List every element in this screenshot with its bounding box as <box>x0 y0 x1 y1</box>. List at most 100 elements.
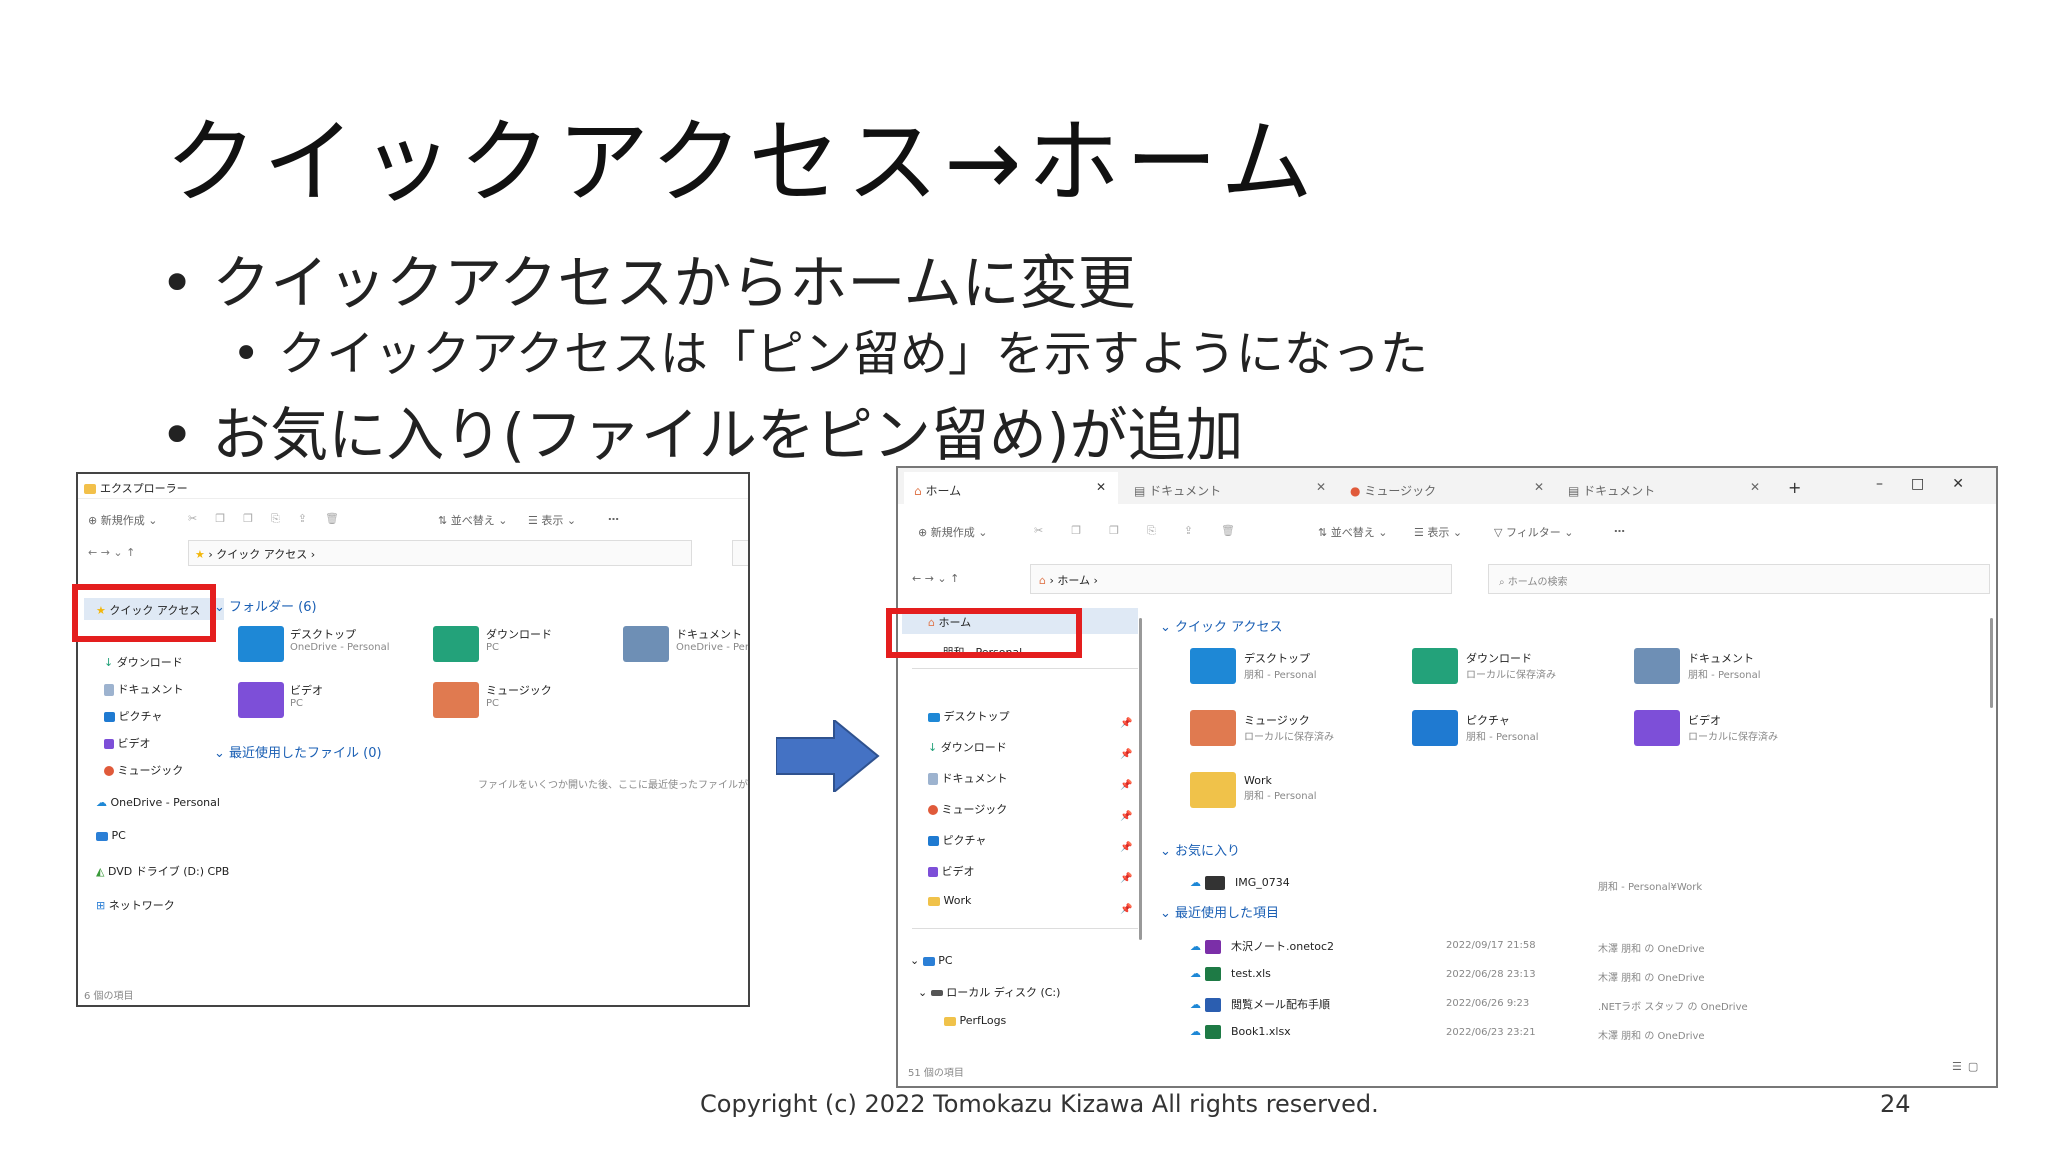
old-address-bar[interactable]: ★ › クイック アクセス › <box>188 540 692 566</box>
new-new-button[interactable]: ⊕ 新規作成 ⌄ <box>918 524 987 540</box>
old-edit-icons[interactable]: ✂❐❐⎘⇪🗑 <box>188 512 357 526</box>
old-nav-documents[interactable]: ドキュメント <box>104 681 184 697</box>
old-search-box[interactable] <box>732 540 748 566</box>
new-search-box[interactable]: ⌕ ホームの検索 <box>1488 564 1990 594</box>
documents-folder-icon[interactable] <box>1634 648 1680 684</box>
old-folder-desktop[interactable]: デスクトップ OneDrive - Personal <box>290 626 390 653</box>
old-more-button[interactable]: … <box>608 510 619 523</box>
quick-music[interactable]: ミュージック ローカルに保存済み <box>1244 712 1334 743</box>
download-folder-icon[interactable] <box>1412 648 1458 684</box>
slide-title: クイックアクセス→ホーム <box>165 109 1319 216</box>
new-address-bar[interactable]: ⌂ › ホーム › <box>1030 564 1452 594</box>
old-nav-onedrive[interactable]: ☁ OneDrive - Personal <box>96 796 220 809</box>
old-nav-videos[interactable]: ビデオ <box>104 735 151 751</box>
music-folder-icon[interactable] <box>1190 710 1236 746</box>
new-view-button[interactable]: ☰ 表示 ⌄ <box>1414 524 1462 540</box>
new-nav-downloads[interactable]: ↓ ダウンロード <box>928 739 1007 755</box>
bullet-marker: • <box>160 249 195 317</box>
old-nav-pc[interactable]: PC <box>96 829 126 842</box>
view-toggle-icons[interactable]: ☰▢ <box>1952 1060 1984 1073</box>
new-nav-perflogs[interactable]: PerfLogs <box>944 1014 1006 1027</box>
recent-row-1[interactable]: ☁ 木沢ノート.onetoc2 <box>1190 938 1334 954</box>
recent-header[interactable]: ⌄ 最近使用した項目 <box>1160 902 1279 921</box>
recent-row-2[interactable]: ☁ test.xls <box>1190 967 1271 981</box>
old-nav-music[interactable]: ミュージック <box>104 762 183 778</box>
recent-row-3[interactable]: ☁ 閲覧メール配布手順 <box>1190 996 1330 1012</box>
tab-close-icon[interactable]: ✕ <box>1316 480 1326 494</box>
desktop-icon <box>928 712 940 722</box>
old-nav-pictures[interactable]: ピクチャ <box>104 708 162 724</box>
tab-close-icon[interactable]: ✕ <box>1750 480 1760 494</box>
favorites-header[interactable]: ⌄ お気に入り <box>1160 840 1240 859</box>
old-nav-network[interactable]: ⊞ ネットワーク <box>96 897 175 913</box>
new-edit-icons[interactable]: ✂❐❐⎘⇪🗑 <box>1034 524 1263 538</box>
old-recent-header[interactable]: ⌄ 最近使用したファイル (0) <box>214 742 382 761</box>
picture-icon <box>928 836 939 846</box>
pictures-folder-icon[interactable] <box>1412 710 1458 746</box>
nav-scrollbar[interactable] <box>1139 618 1142 940</box>
old-view-button[interactable]: ☰ 表示 ⌄ <box>528 512 576 528</box>
documents-folder-icon[interactable] <box>623 626 669 662</box>
new-filter-button[interactable]: ▽ フィルター ⌄ <box>1494 524 1573 540</box>
new-nav-desktop[interactable]: デスクトップ <box>928 708 1010 724</box>
quick-downloads[interactable]: ダウンロード ローカルに保存済み <box>1466 650 1556 681</box>
old-nav-dvd[interactable]: ◭ DVD ドライブ (D:) CPB <box>96 863 229 879</box>
new-highlight-box <box>886 608 1082 658</box>
new-nav-pc[interactable]: ⌄ PC <box>910 954 953 967</box>
old-folder-downloads[interactable]: ダウンロード PC <box>486 626 552 653</box>
new-nav-local-disk[interactable]: ⌄ ローカル ディスク (C:) <box>918 984 1060 1000</box>
old-folder-documents[interactable]: ドキュメントOneDrive - Person <box>676 626 748 653</box>
video-folder-icon[interactable] <box>1634 710 1680 746</box>
quick-pictures[interactable]: ピクチャ 朋和 - Personal <box>1466 712 1538 743</box>
new-more-button[interactable]: … <box>1614 522 1625 535</box>
download-folder-icon[interactable] <box>433 626 479 662</box>
new-sort-button[interactable]: ⇅ 並べ替え ⌄ <box>1318 524 1387 540</box>
old-sort-button[interactable]: ⇅ 並べ替え ⌄ <box>438 512 507 528</box>
tab-documents[interactable]: ▤ ドキュメント <box>1134 482 1221 499</box>
old-folders-header[interactable]: ⌄ フォルダー (6) <box>214 596 317 615</box>
content-scrollbar[interactable] <box>1990 618 1993 708</box>
old-new-button[interactable]: ⊕ 新規作成 ⌄ <box>88 512 157 528</box>
desktop-folder-icon[interactable] <box>238 626 284 662</box>
new-nav-work[interactable]: Work <box>928 894 971 907</box>
new-nav-music[interactable]: ミュージック <box>928 801 1007 817</box>
tab-close-icon[interactable]: ✕ <box>1534 480 1544 494</box>
old-nav-arrows[interactable]: ← → ⌄ ↑ <box>88 546 135 559</box>
video-folder-icon[interactable] <box>238 682 284 718</box>
tab-documents-2[interactable]: ▤ ドキュメント <box>1568 482 1655 499</box>
old-folder-music[interactable]: ミュージック PC <box>486 682 552 709</box>
quick-work[interactable]: Work 朋和 - Personal <box>1244 774 1316 802</box>
old-highlight-box <box>72 584 216 642</box>
bullet-3: • お気に入り(ファイルをピン留め)が追加 <box>160 400 1243 470</box>
quick-documents[interactable]: ドキュメント 朋和 - Personal <box>1688 650 1760 681</box>
desktop-folder-icon[interactable] <box>1190 648 1236 684</box>
tab-close-icon[interactable]: ✕ <box>1096 480 1106 494</box>
old-status-bar: 6 個の項目 <box>84 991 134 1002</box>
quick-desktop[interactable]: デスクトップ 朋和 - Personal <box>1244 650 1316 681</box>
new-nav-documents[interactable]: ドキュメント <box>928 770 1008 786</box>
old-folder-videos[interactable]: ビデオ PC <box>290 682 323 709</box>
document-icon <box>928 773 938 785</box>
quick-videos[interactable]: ビデオ ローカルに保存済み <box>1688 712 1778 743</box>
image-file-icon <box>1204 876 1225 890</box>
new-nav-arrows[interactable]: ← → ⌄ ↑ <box>912 572 959 585</box>
window-controls[interactable]: –□✕ <box>1876 476 1992 492</box>
music-icon <box>928 805 938 815</box>
old-window-title: エクスプローラー <box>84 480 188 496</box>
right-arrow-icon <box>776 720 880 792</box>
new-nav-pictures[interactable]: ピクチャ <box>928 832 986 848</box>
recent-row-4[interactable]: ☁ Book1.xlsx <box>1190 1025 1291 1039</box>
new-nav-videos[interactable]: ビデオ <box>928 863 975 879</box>
favorite-row[interactable]: ☁ IMG_0734 <box>1190 876 1290 890</box>
music-folder-icon[interactable] <box>433 682 479 718</box>
copyright-footer: Copyright (c) 2022 Tomokazu Kizawa All r… <box>700 1090 1379 1118</box>
new-tab-button[interactable]: + <box>1788 478 1801 497</box>
work-folder-icon[interactable] <box>1190 772 1236 808</box>
quick-access-header[interactable]: ⌄ クイック アクセス <box>1160 616 1283 635</box>
tab-home[interactable]: ⌂ ホーム <box>914 482 961 499</box>
old-nav-downloads[interactable]: ↓ ダウンロード <box>104 654 183 670</box>
bullet-1: • クイックアクセスからホームに変更 <box>160 248 1136 318</box>
bullet-1-text: クイックアクセスからホームに変更 <box>212 249 1136 317</box>
tab-music[interactable]: ● ミュージック <box>1350 482 1436 499</box>
recent-date-2: 2022/06/28 23:13 <box>1446 969 1536 980</box>
